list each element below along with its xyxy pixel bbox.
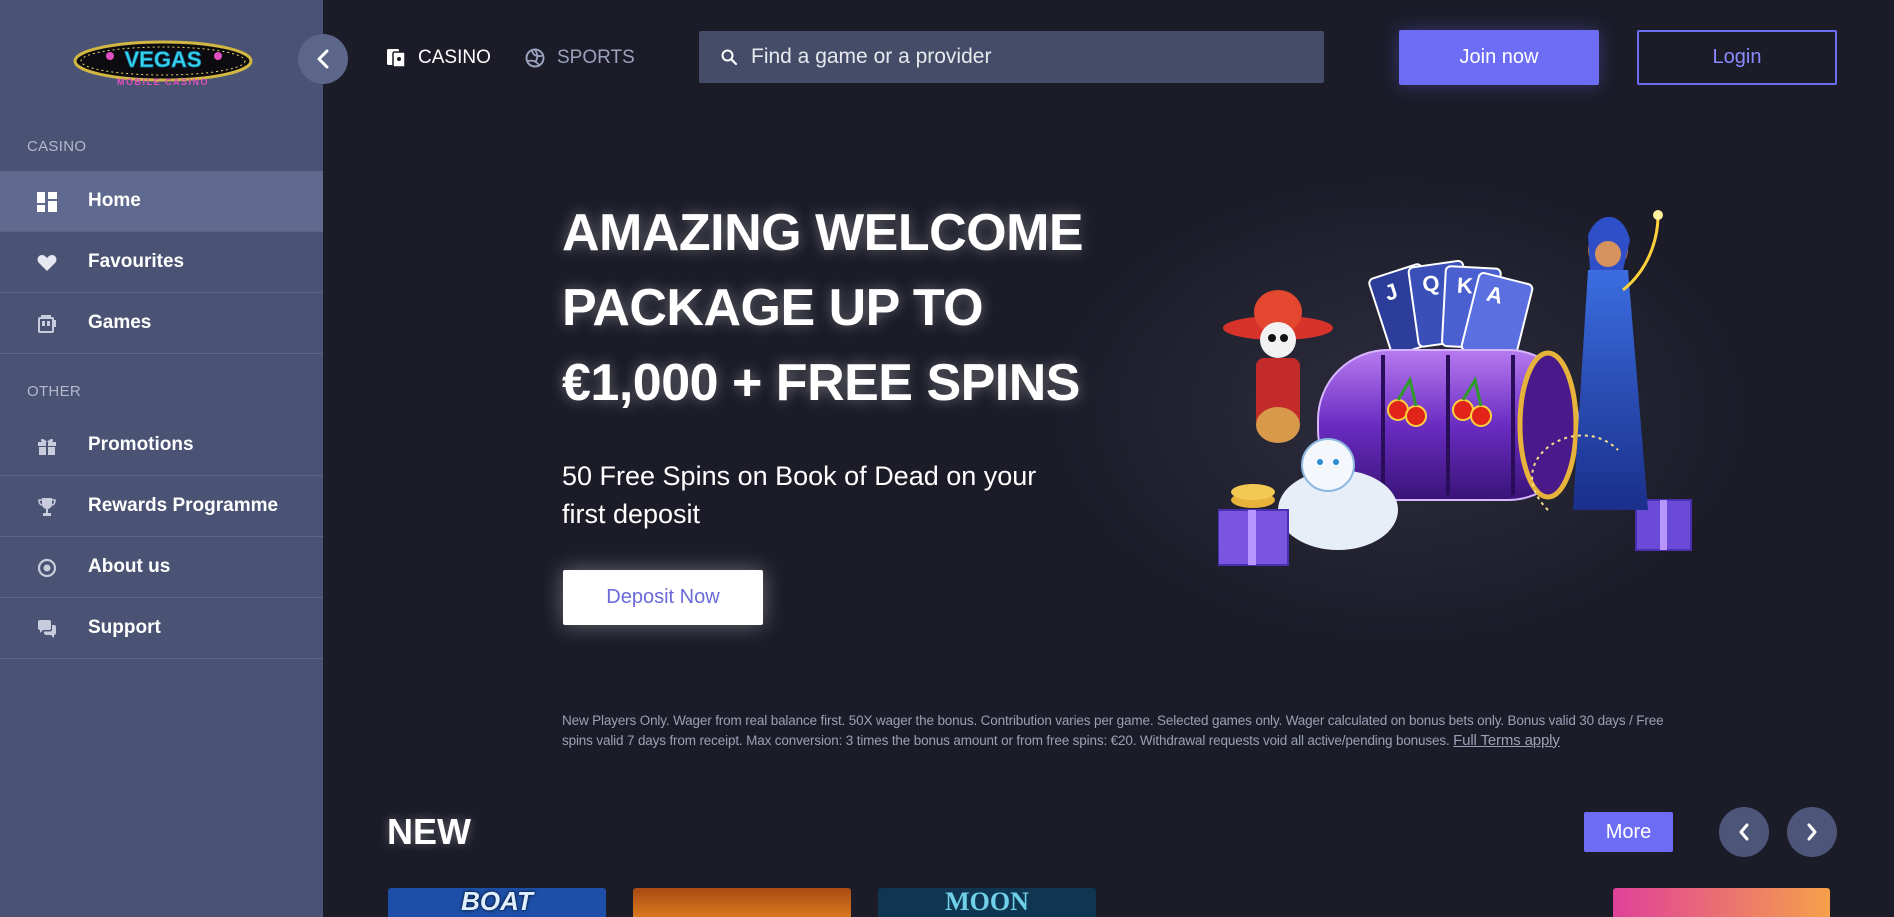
sidebar-collapse-button[interactable] [298, 34, 348, 84]
sidebar-item-label: Favourites [88, 251, 185, 272]
tab-sports[interactable]: SPORTS [525, 44, 635, 72]
game-card[interactable]: MOON [878, 888, 1096, 917]
hero-title: AMAZING WELCOME PACKAGE UP TO €1,000 + F… [562, 204, 1084, 412]
svg-text:VEGAS: VEGAS [124, 47, 201, 72]
sidebar-item-label: About us [88, 556, 171, 577]
hero-subtitle: 50 Free Spins on Book of Dead on your fi… [562, 461, 1037, 529]
full-terms-link[interactable]: Full Terms apply [1453, 732, 1560, 749]
cards-icon [387, 49, 406, 68]
chevron-right-icon [1807, 823, 1817, 841]
game-card[interactable] [1613, 888, 1830, 917]
sidebar-item-games[interactable]: Games [0, 293, 323, 354]
sidebar-item-home[interactable]: Home [0, 171, 323, 232]
game-card[interactable] [633, 888, 851, 917]
sidebar: VEGAS MOBILE CASINO CASINO Home Favourit… [0, 0, 323, 917]
sidebar-item-about-us[interactable]: About us [0, 537, 323, 598]
target-icon [36, 557, 58, 579]
svg-text:K: K [1456, 273, 1473, 299]
gift-icon [36, 435, 58, 457]
sidebar-section-other: OTHER [27, 383, 81, 400]
sidebar-item-promotions[interactable]: Promotions [0, 415, 323, 476]
chevron-left-icon [1739, 823, 1749, 841]
svg-text:Q: Q [1421, 270, 1441, 297]
sidebar-item-favourites[interactable]: Favourites [0, 232, 323, 293]
trophy-icon [36, 496, 58, 518]
game-card[interactable]: BOAT [388, 888, 606, 917]
more-button[interactable]: More [1584, 812, 1673, 852]
volleyball-icon [525, 48, 545, 68]
deposit-now-button[interactable]: Deposit Now [563, 570, 763, 625]
terms-and-conditions: New Players Only. Wager from real balanc… [562, 711, 1682, 750]
game-card-title: MOON [945, 888, 1029, 916]
tab-casino[interactable]: CASINO [386, 44, 491, 72]
sidebar-item-label: Rewards Programme [88, 495, 279, 516]
sidebar-item-rewards-programme[interactable]: Rewards Programme [0, 476, 323, 537]
join-now-button[interactable]: Join now [1399, 30, 1599, 85]
vegas-mobile-casino-logo[interactable]: VEGAS MOBILE CASINO [72, 36, 254, 90]
sidebar-item-label: Games [88, 312, 152, 333]
search-bar[interactable] [699, 31, 1324, 83]
carousel-prev-button[interactable] [1719, 807, 1769, 857]
login-button[interactable]: Login [1637, 30, 1837, 85]
sidebar-section-casino: CASINO [27, 138, 87, 155]
sidebar-item-support[interactable]: Support [0, 598, 323, 659]
heart-icon [36, 252, 58, 274]
new-section-title: NEW [387, 811, 471, 852]
hero-slot-machine-illustration: J Q K A [1218, 210, 1692, 566]
game-card-title: BOAT [461, 888, 533, 916]
tab-casino-label: CASINO [418, 47, 491, 68]
sidebar-item-label: Home [88, 190, 141, 211]
search-input[interactable] [751, 45, 1324, 69]
chevron-left-icon [317, 49, 329, 69]
chat-icon [36, 618, 58, 640]
slot-machine-icon [36, 313, 58, 335]
tab-sports-label: SPORTS [557, 47, 635, 68]
svg-text:MOBILE CASINO: MOBILE CASINO [117, 77, 209, 87]
sidebar-item-label: Support [88, 617, 161, 638]
sidebar-item-label: Promotions [88, 434, 194, 455]
search-icon [721, 49, 737, 65]
grid-icon [36, 191, 58, 213]
carousel-next-button[interactable] [1787, 807, 1837, 857]
